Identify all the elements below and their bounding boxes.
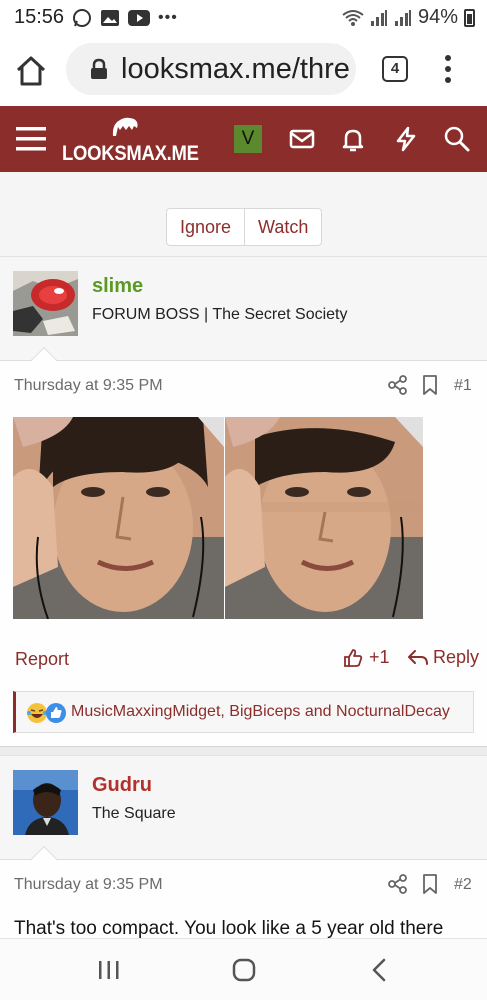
reply-button[interactable]: Reply (407, 647, 479, 668)
signal-icon (370, 9, 387, 26)
post-image[interactable] (13, 417, 224, 619)
post-number[interactable]: #2 (454, 876, 472, 894)
android-nav-bar (0, 938, 487, 1000)
status-time: 15:56 (14, 6, 65, 28)
browser-menu-icon[interactable] (440, 54, 456, 84)
post: Gudru The Square Thursday at 9:35 PM #2 … (0, 755, 487, 939)
system-status: 94% (342, 6, 475, 29)
status-bar: 15:56 ••• 94% (0, 0, 487, 34)
post-body-text: That's too compact. You look like a 5 ye… (14, 918, 444, 939)
report-link[interactable]: Report (15, 649, 69, 670)
browser-toolbar: looksmax.me/thre 4 (0, 34, 487, 106)
bookmark-icon[interactable] (422, 874, 438, 894)
post-image[interactable] (225, 417, 436, 619)
gallery-icon (101, 10, 119, 26)
youtube-icon (128, 10, 150, 26)
reaction-icons (26, 702, 67, 724)
reactions-bar[interactable]: MusicMaxxingMidget, BigBiceps and Noctur… (13, 691, 474, 733)
reply-icon (408, 649, 428, 665)
post-user-block: slime FORUM BOSS | The Secret Society (0, 257, 487, 376)
lightning-icon[interactable] (392, 125, 420, 153)
thread-actions: Ignore Watch (166, 208, 323, 246)
hair-logo-icon (112, 117, 138, 136)
post-separator (0, 746, 487, 755)
tab-switcher-button[interactable]: 4 (382, 56, 408, 82)
ignore-button[interactable]: Ignore (167, 209, 244, 245)
like-button[interactable]: +1 (343, 647, 390, 668)
logo-text: LOOKSMAX.ME (62, 142, 199, 165)
notification-icons: ••• (72, 8, 178, 28)
share-icon[interactable] (388, 375, 408, 395)
face-photo (225, 417, 423, 619)
username[interactable]: slime (92, 275, 143, 298)
bell-icon[interactable] (339, 125, 367, 153)
back-icon[interactable] (367, 957, 393, 983)
more-notifications-icon: ••• (158, 9, 178, 26)
home-icon[interactable] (14, 54, 48, 88)
url-text: looksmax.me/thre (121, 53, 350, 85)
avatar[interactable] (13, 271, 78, 336)
home-nav-icon[interactable] (231, 957, 257, 983)
share-icon[interactable] (388, 874, 408, 894)
battery-percent: 94% (417, 6, 458, 28)
face-photo (13, 417, 224, 619)
site-logo[interactable]: LOOKSMAX.ME (62, 116, 199, 166)
battery-icon (464, 8, 475, 27)
url-bar[interactable]: looksmax.me/thre (66, 43, 356, 95)
watch-button[interactable]: Watch (244, 209, 321, 245)
reactions-text: MusicMaxxingMidget, BigBiceps and Noctur… (71, 703, 450, 720)
post-user-block: Gudru The Square (0, 756, 487, 875)
wifi-icon (342, 9, 364, 26)
bookmark-icon[interactable] (422, 375, 438, 395)
like-count: +1 (369, 647, 390, 667)
avatar[interactable] (13, 770, 78, 835)
user-title: The Square (92, 805, 176, 822)
signal-icon-2 (394, 9, 411, 26)
whatsapp-icon (73, 9, 91, 27)
recent-apps-icon[interactable] (96, 957, 122, 983)
lock-icon (91, 58, 107, 79)
post: slime FORUM BOSS | The Secret Society Th… (0, 256, 487, 746)
user-avatar-badge[interactable]: V (234, 125, 262, 153)
reply-label: Reply (433, 647, 480, 667)
post-number[interactable]: #1 (454, 377, 472, 395)
post-timestamp[interactable]: Thursday at 9:35 PM (14, 876, 163, 894)
like-reaction-icon (46, 703, 66, 723)
user-title: FORUM BOSS | The Secret Society (92, 306, 348, 323)
post-timestamp[interactable]: Thursday at 9:35 PM (14, 377, 163, 395)
message-arrow (29, 845, 59, 875)
menu-icon[interactable] (16, 126, 46, 152)
avatar-image (13, 770, 78, 835)
avatar-image (13, 271, 78, 336)
mail-icon[interactable] (288, 125, 316, 153)
thumbs-up-icon (344, 648, 363, 667)
message-arrow (29, 346, 59, 376)
search-icon[interactable] (443, 125, 471, 153)
username[interactable]: Gudru (92, 774, 152, 797)
